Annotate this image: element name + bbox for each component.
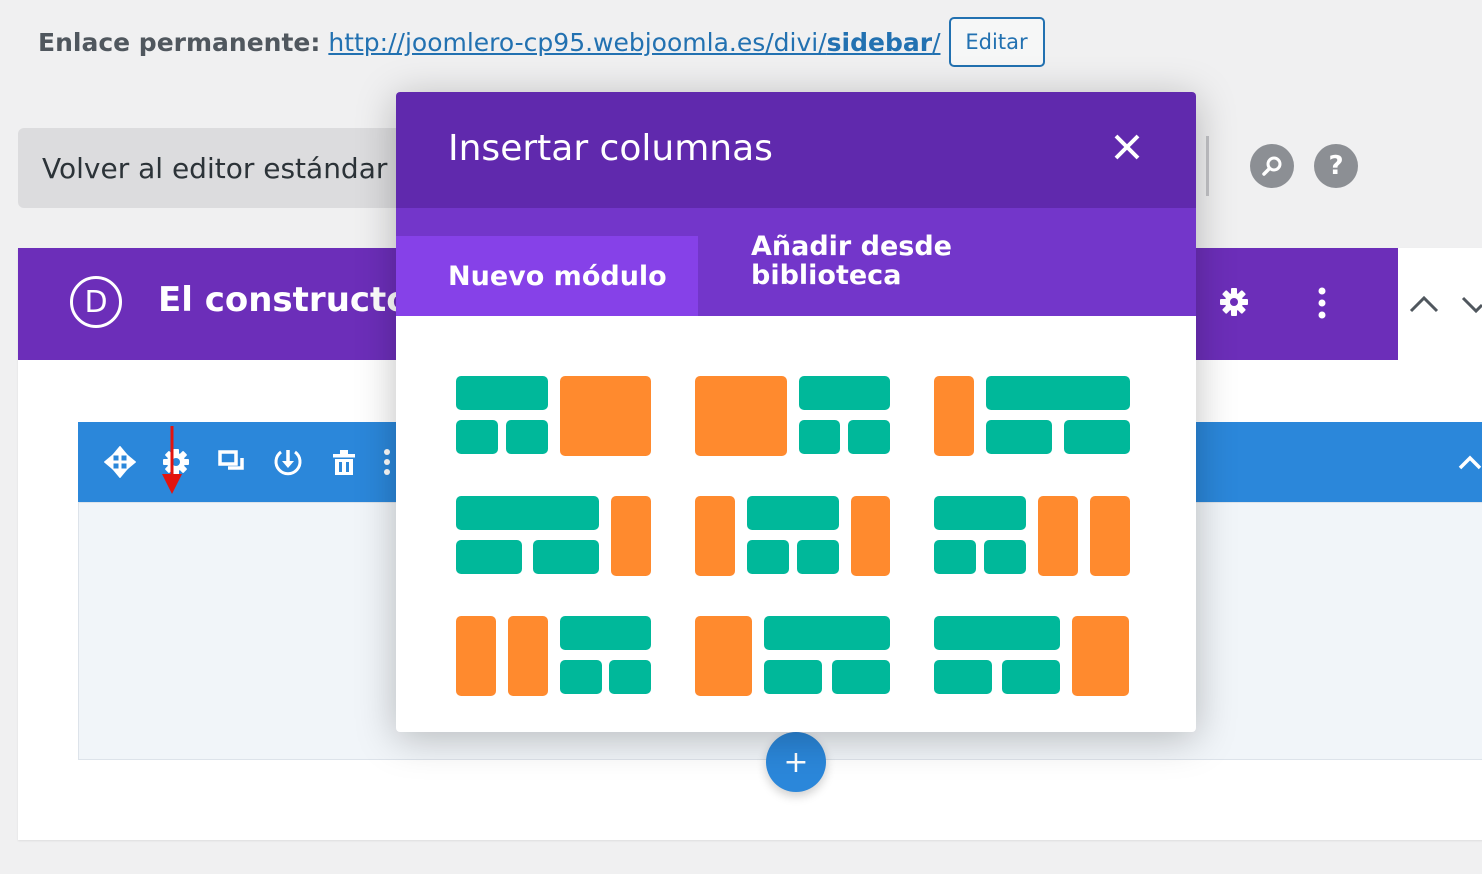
tab-add-from-library[interactable]: Añadir desde biblioteca	[751, 232, 991, 292]
column-layout-grid	[396, 316, 1196, 732]
column-layout-option[interactable]	[934, 496, 1130, 576]
layout-block	[747, 540, 789, 574]
search-button[interactable]	[1250, 144, 1294, 188]
layout-block	[799, 420, 840, 454]
layout-block	[832, 660, 890, 694]
chevron-up-icon[interactable]	[1408, 294, 1440, 314]
permalink-url-slug: sidebar	[826, 27, 933, 57]
row-collapse-chevron-icon[interactable]	[1456, 448, 1482, 480]
builder-more-vertical-icon[interactable]	[1310, 286, 1334, 320]
layout-block	[560, 376, 651, 456]
save-icon[interactable]	[272, 446, 304, 478]
column-layout-option[interactable]	[934, 616, 1130, 696]
column-layout-option[interactable]	[456, 376, 652, 456]
layout-block	[609, 660, 651, 694]
column-layout-option[interactable]	[695, 496, 891, 576]
layout-block	[986, 376, 1130, 410]
layout-block	[797, 540, 839, 574]
layout-block	[799, 376, 890, 410]
modal-title: Insertar columnas	[448, 128, 773, 169]
layout-block	[934, 376, 974, 456]
tab-new-module[interactable]: Nuevo módulo	[396, 236, 698, 316]
layout-block	[934, 540, 976, 574]
layout-block	[934, 660, 992, 694]
red-arrow-annotation	[160, 426, 184, 500]
layout-block	[1072, 616, 1129, 696]
column-layout-option[interactable]	[456, 616, 652, 696]
layout-block	[695, 376, 787, 456]
permalink-bar: Enlace permanente: http://joomlero-cp95.…	[38, 16, 1045, 68]
column-layout-option[interactable]	[695, 616, 891, 696]
builder-settings-gear-icon[interactable]	[1218, 286, 1250, 318]
layout-block	[848, 420, 890, 454]
layout-block	[851, 496, 890, 576]
builder-title: El constructor	[158, 280, 427, 320]
close-icon[interactable]	[1112, 132, 1142, 162]
column-layout-option[interactable]	[934, 376, 1130, 456]
permalink-url-prefix: http://joomlero-cp95.webjoomla.es/divi/	[328, 27, 827, 57]
back-to-standard-editor-button[interactable]: Volver al editor estándar	[18, 128, 438, 208]
column-layout-option[interactable]	[695, 376, 891, 456]
add-row-button[interactable]: +	[766, 732, 826, 792]
divi-logo: D	[70, 276, 122, 328]
toolbar-divider	[1206, 136, 1209, 196]
layout-block	[764, 616, 890, 650]
layout-block	[1038, 496, 1078, 576]
help-icon: ?	[1328, 151, 1344, 181]
layout-block	[611, 496, 651, 576]
layout-block	[508, 616, 548, 696]
layout-block	[764, 660, 822, 694]
layout-block	[456, 540, 522, 574]
insert-columns-modal: Insertar columnas Nuevo módulo Añadir de…	[396, 92, 1196, 732]
layout-block	[934, 616, 1060, 650]
layout-block	[456, 420, 498, 454]
layout-block	[695, 496, 735, 576]
layout-block	[533, 540, 599, 574]
permalink-link[interactable]: http://joomlero-cp95.webjoomla.es/divi/s…	[328, 28, 940, 57]
move-icon[interactable]	[104, 446, 136, 478]
search-icon	[1262, 156, 1282, 176]
layout-block	[1064, 420, 1130, 454]
column-layout-option[interactable]	[456, 496, 652, 576]
layout-block	[984, 540, 1026, 574]
layout-block	[934, 496, 1026, 530]
layout-block	[456, 496, 599, 530]
layout-block	[986, 420, 1052, 454]
trash-icon[interactable]	[328, 446, 360, 478]
row-more-vertical-icon[interactable]	[378, 446, 396, 478]
layout-block	[560, 616, 651, 650]
layout-block	[456, 616, 496, 696]
chevron-down-icon[interactable]	[1460, 294, 1482, 314]
layout-block	[695, 616, 752, 696]
edit-permalink-button[interactable]: Editar	[948, 17, 1045, 67]
help-button[interactable]: ?	[1314, 144, 1358, 188]
permalink-url-suffix: /	[932, 27, 941, 57]
layout-block	[1090, 496, 1130, 576]
layout-block	[747, 496, 839, 530]
modal-header: Insertar columnas	[396, 92, 1196, 208]
layout-block	[1002, 660, 1060, 694]
layout-block	[560, 660, 602, 694]
duplicate-icon[interactable]	[216, 446, 248, 478]
layout-block	[506, 420, 548, 454]
layout-block	[456, 376, 548, 410]
permalink-label: Enlace permanente:	[38, 27, 321, 57]
modal-tabs: Nuevo módulo Añadir desde biblioteca	[396, 208, 1196, 316]
